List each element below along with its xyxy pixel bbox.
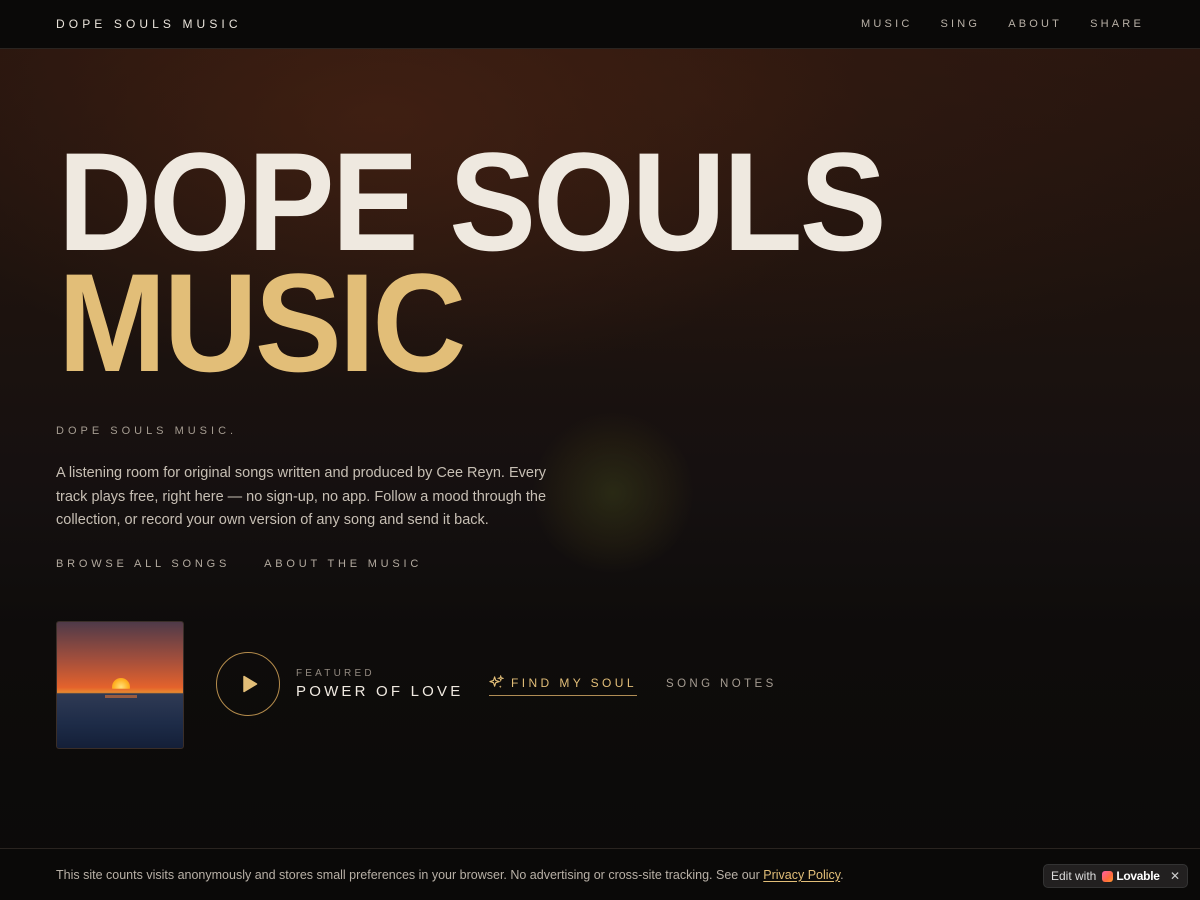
top-nav-bar: DOPE SOULS MUSIC MUSIC SING ABOUT SHARE xyxy=(0,0,1200,49)
featured-song-title: POWER OF LOVE xyxy=(296,683,464,700)
browse-all-songs-link[interactable]: BROWSE ALL SONGS xyxy=(56,558,230,570)
consent-message: This site counts visits anonymously and … xyxy=(56,868,760,882)
main-nav: MUSIC SING ABOUT SHARE xyxy=(861,18,1144,30)
cover-sun xyxy=(112,678,130,689)
hero-description: A listening room for original songs writ… xyxy=(56,465,547,528)
privacy-consent-bar: This site counts visits anonymously and … xyxy=(0,848,1200,900)
find-my-soul-label: FIND MY SOUL xyxy=(511,675,637,690)
privacy-policy-link[interactable]: Privacy Policy xyxy=(763,868,840,882)
consent-text: This site counts visits anonymously and … xyxy=(56,868,844,882)
page: DOPE SOULS MUSIC MUSIC SING ABOUT SHARE … xyxy=(0,0,1200,900)
edit-with-lovable-badge[interactable]: Edit with Lovable ✕ xyxy=(1043,864,1188,888)
nav-item-sing[interactable]: SING xyxy=(940,18,980,30)
song-notes-link[interactable]: SONG NOTES xyxy=(666,678,777,690)
hero-title-line-2: MUSIC xyxy=(58,244,466,401)
close-icon[interactable]: ✕ xyxy=(1170,869,1180,883)
about-the-music-link[interactable]: ABOUT THE MUSIC xyxy=(264,558,422,570)
cover-sun-reflection xyxy=(105,695,137,698)
lovable-logo-text: Lovable xyxy=(1116,869,1160,883)
album-cover-image[interactable] xyxy=(56,621,184,749)
featured-label: FEATURED xyxy=(296,668,375,679)
play-button[interactable] xyxy=(216,652,280,716)
play-icon xyxy=(242,675,257,693)
sparkles-icon xyxy=(489,675,504,689)
nav-item-music[interactable]: MUSIC xyxy=(861,18,912,30)
nav-item-share[interactable]: SHARE xyxy=(1090,18,1144,30)
find-my-soul-button[interactable]: FIND MY SOUL xyxy=(489,675,637,696)
lovable-heart-icon xyxy=(1102,870,1114,882)
hero-eyebrow: DOPE SOULS MUSIC. xyxy=(56,425,238,437)
nav-item-about[interactable]: ABOUT xyxy=(1008,18,1062,30)
hero-links: BROWSE ALL SONGS ABOUT THE MUSIC xyxy=(56,558,422,570)
consent-period: . xyxy=(840,868,844,882)
brand-logo[interactable]: DOPE SOULS MUSIC xyxy=(56,17,242,31)
edit-with-label: Edit with xyxy=(1051,869,1097,883)
